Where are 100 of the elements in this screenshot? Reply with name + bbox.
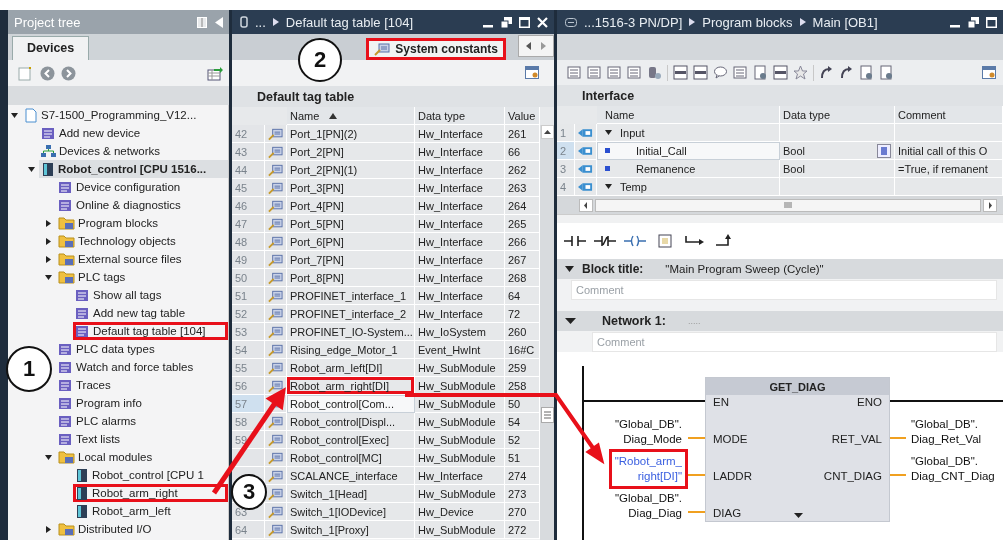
- operand[interactable]: "Global_DB". Diag_Diag: [609, 486, 688, 526]
- tree-item[interactable]: Devices & networks: [39, 142, 228, 160]
- tree-item[interactable]: PLC alarms: [56, 412, 228, 430]
- breadcrumb-item[interactable]: Default tag table [104]: [285, 14, 414, 30]
- table-row[interactable]: 1 Input: [557, 124, 1003, 142]
- function-block[interactable]: GET_DIAG EN MODE LADDR DIAG ENO RET_VAL CNT_DIAG: [705, 377, 890, 522]
- table-row[interactable]: 3 Remanence Bool =True, if remanent: [557, 160, 1003, 178]
- expand-arrow-icon[interactable]: [794, 513, 803, 518]
- tree-item[interactable]: External source files: [56, 250, 228, 268]
- collapsed-arrow-icon[interactable]: [45, 219, 52, 227]
- column-header[interactable]: Data type: [780, 106, 895, 124]
- tag-value: 264: [505, 197, 540, 215]
- scroll-left-icon[interactable]: [579, 198, 593, 212]
- star-icon[interactable]: [793, 65, 808, 80]
- tree-item[interactable]: Device configuration: [56, 178, 228, 196]
- tree-item[interactable]: PLC data types: [56, 340, 228, 358]
- name-cell[interactable]: Initial_Call: [597, 142, 780, 160]
- rows-icon[interactable]: [693, 65, 708, 80]
- column-header[interactable]: Value: [505, 107, 540, 125]
- rows-icon[interactable]: [673, 65, 688, 80]
- expanded-arrow-icon[interactable]: [45, 273, 52, 281]
- tree-item[interactable]: Traces: [56, 376, 228, 394]
- window-icon[interactable]: [565, 17, 577, 27]
- comment-field[interactable]: Comment: [571, 280, 997, 300]
- expanded-arrow-icon[interactable]: [565, 317, 576, 325]
- expanded-arrow-icon[interactable]: [28, 165, 35, 173]
- tree-item[interactable]: Program blocks: [56, 214, 228, 232]
- column-header[interactable]: Data type: [415, 107, 505, 125]
- scroll-left-icon[interactable]: [526, 42, 531, 50]
- pin-icon[interactable]: [240, 16, 248, 28]
- curved-arrow-icon[interactable]: [819, 65, 834, 80]
- curved-arrow-icon[interactable]: [839, 65, 854, 80]
- tab[interactable]: Devices: [12, 36, 90, 60]
- collapsed-arrow-icon[interactable]: [45, 237, 52, 245]
- cylinder-icon[interactable]: [647, 65, 662, 80]
- breadcrumb-item[interactable]: Program blocks: [702, 14, 793, 30]
- column-header[interactable]: Name: [597, 106, 780, 124]
- comment-icon[interactable]: [713, 65, 728, 80]
- restore-icon[interactable]: [501, 16, 512, 28]
- tree-item[interactable]: Show all tags: [73, 286, 228, 304]
- details-icon[interactable]: [877, 143, 891, 158]
- tree-item[interactable]: Default tag table [104]: [73, 322, 228, 340]
- vertical-scrollbar[interactable]: [540, 125, 554, 540]
- close-icon[interactable]: [537, 16, 548, 28]
- tree-item[interactable]: Online & diagnostics: [56, 196, 228, 214]
- page-icon[interactable]: [859, 65, 874, 80]
- tree-item[interactable]: Distributed I/O: [56, 520, 228, 538]
- page-icon[interactable]: [879, 65, 894, 80]
- scroll-grip-icon[interactable]: [784, 202, 792, 208]
- breadcrumb-item[interactable]: Main [OB1]: [812, 14, 878, 30]
- scroll-thumb-icon[interactable]: [540, 407, 554, 423]
- comment-field[interactable]: Comment: [592, 332, 997, 352]
- operand[interactable]: "Global_DB". Diag_Ret_Val: [905, 412, 988, 452]
- tree-item[interactable]: Add new device: [39, 124, 228, 142]
- maximize-icon[interactable]: [519, 16, 530, 28]
- expanded-arrow-icon[interactable]: [605, 129, 612, 136]
- breadcrumb-item[interactable]: ...: [255, 14, 266, 30]
- expanded-arrow-icon[interactable]: [565, 265, 574, 273]
- window-icon[interactable]: [525, 66, 540, 80]
- restore-icon[interactable]: [968, 16, 979, 28]
- breadcrumb-item[interactable]: ...1516-3 PN/DP]: [584, 14, 683, 30]
- back-icon[interactable]: [40, 65, 55, 81]
- scroll-right-icon[interactable]: [983, 198, 997, 212]
- operand[interactable]: "Global_DB". Diag_Mode: [609, 412, 688, 452]
- tab[interactable]: System constants: [366, 38, 506, 60]
- tree-item[interactable]: Text lists: [56, 430, 228, 448]
- expanded-arrow-icon[interactable]: [605, 183, 612, 190]
- split-view-icon[interactable]: [197, 16, 207, 28]
- collapsed-arrow-icon[interactable]: [45, 525, 52, 533]
- tree-item[interactable]: Local modules: [56, 448, 228, 466]
- table-arrow-icon[interactable]: [207, 65, 223, 81]
- tree-item[interactable]: Watch and force tables: [56, 358, 228, 376]
- page-icon[interactable]: [753, 65, 768, 80]
- expanded-arrow-icon[interactable]: [11, 111, 18, 119]
- tag-name: SCALANCE_interface: [287, 467, 415, 485]
- scroll-up-icon[interactable]: [540, 125, 554, 139]
- forward-icon[interactable]: [61, 65, 76, 81]
- data-type: Hw_SubModule: [415, 413, 505, 431]
- horizontal-scrollbar[interactable]: [557, 196, 1003, 214]
- tree-item[interactable]: Robot_control [CPU 1: [73, 466, 228, 484]
- tree-item[interactable]: Add new tag table: [73, 304, 228, 322]
- collapse-arrow-icon[interactable]: [215, 16, 223, 28]
- column-header[interactable]: Comment: [895, 106, 1003, 124]
- tree-item[interactable]: PLC tags: [56, 268, 228, 286]
- column-header[interactable]: Name: [287, 107, 415, 125]
- collapsed-arrow-icon[interactable]: [45, 255, 52, 263]
- operand[interactable]: "Robot_arm_ right[DI]": [608, 449, 688, 489]
- table-row[interactable]: 4 Temp: [557, 178, 1003, 196]
- tree-item[interactable]: Technology objects: [56, 232, 228, 250]
- expanded-arrow-icon[interactable]: [45, 453, 52, 461]
- tree-item[interactable]: Program info: [56, 394, 228, 412]
- maximize-icon[interactable]: [986, 16, 997, 28]
- tree-item[interactable]: Robot_arm_right: [73, 484, 228, 502]
- tree-item[interactable]: Robot_control [CPU 1516...: [39, 160, 228, 178]
- tree-item[interactable]: Robot_arm_left: [73, 502, 228, 520]
- table-row[interactable]: 2 Initial_Call Bool Initial call of this O: [557, 142, 1003, 160]
- window-icon[interactable]: [982, 65, 997, 80]
- operand[interactable]: "Global_DB". Diag_CNT_Diag: [905, 449, 1001, 489]
- tree-item[interactable]: S7-1500_Programming_V12...: [22, 106, 228, 124]
- rows-icon[interactable]: [773, 65, 788, 80]
